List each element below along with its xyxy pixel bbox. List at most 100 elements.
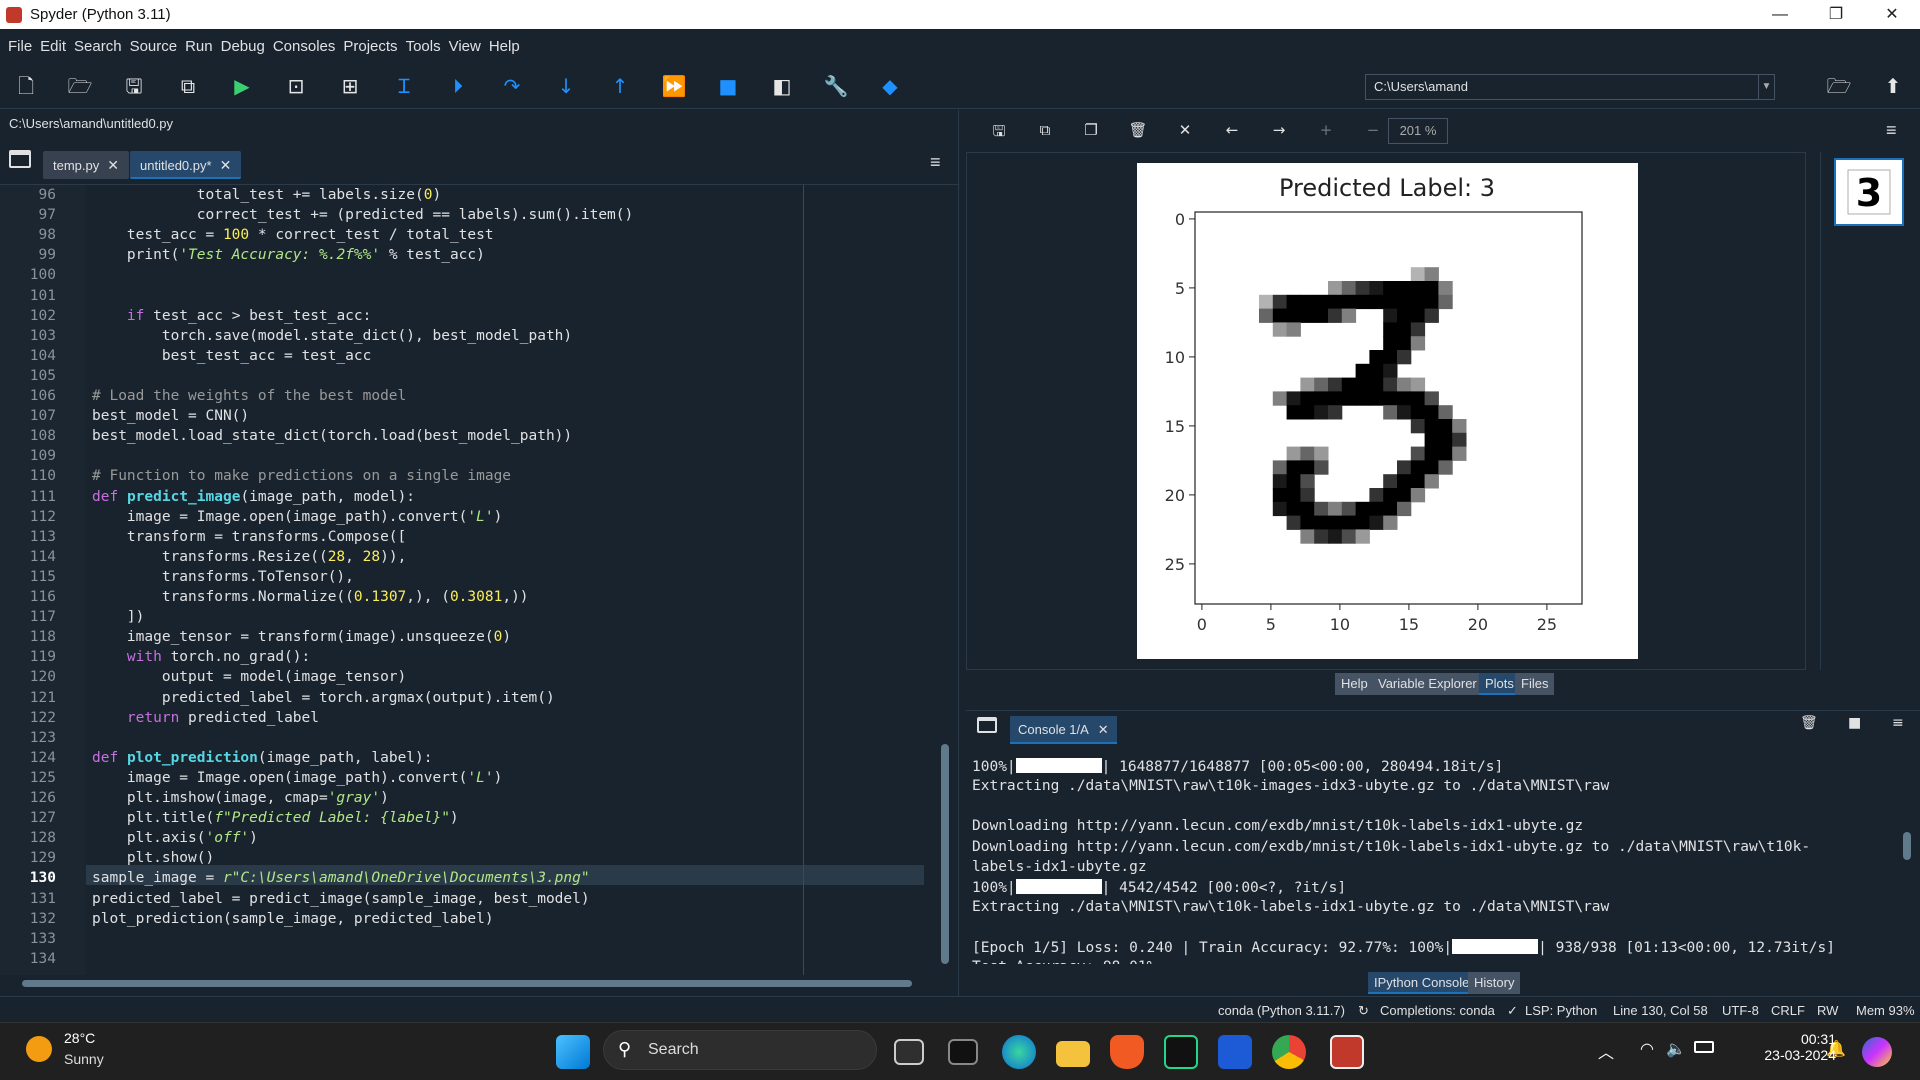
menu-file[interactable]: File [4,38,36,55]
editor-options-menu-icon[interactable]: ≡ [930,152,941,173]
previous-plot-icon[interactable]: ← [1221,121,1243,139]
run-selection-icon[interactable]: Ɪ [391,73,417,99]
file-explorer-icon[interactable] [1056,1041,1090,1067]
new-file-icon[interactable]: 🗋 [13,73,39,99]
menu-consoles[interactable]: Consoles [269,38,340,55]
menu-help[interactable]: Help [485,38,524,55]
tab-ipython-console[interactable]: IPython Console [1368,972,1476,994]
copy-plot-icon[interactable]: ❐ [1080,121,1102,139]
continue-icon[interactable]: ⏩ [661,73,687,99]
save-plot-icon[interactable]: 🖫 [988,121,1010,146]
next-plot-icon[interactable]: → [1268,121,1290,139]
interrupt-kernel-icon[interactable]: ■ [1848,715,1861,731]
terminal-icon[interactable] [948,1039,978,1065]
minimize-button[interactable]: — [1752,0,1808,29]
parent-dir-icon[interactable]: ⬆ [1880,73,1906,99]
restore-button[interactable]: ❐ [1808,0,1864,29]
chevron-down-icon[interactable]: ▼ [1758,75,1774,99]
plots-options-menu-icon[interactable]: ≡ [1886,120,1897,141]
close-window-button[interactable]: ✕ [1864,0,1920,29]
status-interpreter[interactable]: conda (Python 3.11.7) [1218,1003,1345,1018]
tab-plots[interactable]: Plots [1479,673,1520,695]
wifi-icon[interactable]: ◠ [1640,1039,1654,1059]
tab-console-1a[interactable]: Console 1/A ✕ [1010,716,1117,744]
browse-folder-icon[interactable]: 🗁 [1826,73,1852,99]
digit-pixel [1397,281,1412,296]
save-all-icon[interactable]: ⧉ [175,73,201,99]
menu-source[interactable]: Source [126,38,182,55]
working-directory-combo[interactable]: C:\Users\amand ▼ [1365,74,1775,100]
python-path-icon[interactable]: ◆ [877,73,903,99]
digit-pixel [1383,322,1398,337]
console-options-menu-icon[interactable]: ≡ [1892,715,1904,731]
sun-weather-icon[interactable] [26,1036,52,1062]
battery-icon[interactable] [1694,1041,1714,1053]
tab-untitled0-py[interactable]: untitled0.py* ✕ [130,151,242,179]
weather-condition[interactable]: Sunny [64,1051,104,1067]
pycharm-icon[interactable] [1164,1035,1198,1069]
save-icon[interactable]: 🖫 [121,73,147,99]
code-editor[interactable]: 96 97 98 99 100 101 102 103 104 105 106 107 108 109 11… [0,184,958,976]
remove-all-plots-icon[interactable]: ✕ [1174,121,1196,139]
console-scrollbar[interactable] [1902,752,1912,957]
step-into-icon[interactable]: ↓ [553,73,579,99]
menu-debug[interactable]: Debug [217,38,269,55]
weather-temperature[interactable]: 28°C [64,1030,95,1046]
digit-pixel [1314,446,1329,461]
tab-help[interactable]: Help [1335,673,1374,695]
run-file-icon[interactable]: ▶ [229,73,255,99]
delete-plot-icon[interactable]: 🗑 [1127,121,1149,139]
save-all-plots-icon[interactable]: ⧉ [1034,121,1056,139]
tray-clock[interactable]: 00:31 23-03-2024 [1764,1031,1836,1063]
brave-browser-icon[interactable] [1110,1035,1144,1069]
menu-edit[interactable]: Edit [36,38,70,55]
copilot-icon[interactable] [1862,1037,1892,1067]
debug-file-icon[interactable]: ⏵ [445,73,471,99]
menu-tools[interactable]: Tools [402,38,445,55]
pane-splitter[interactable] [958,110,966,996]
tab-variable-explorer[interactable]: Variable Explorer [1372,673,1483,695]
close-tab-icon[interactable]: ✕ [220,157,232,173]
tab-files[interactable]: Files [1515,673,1555,695]
line-number: 103 [29,327,56,344]
close-tab-icon[interactable]: ✕ [107,157,119,173]
digit-pixel [1438,446,1453,461]
plot-thumbnail[interactable]: 3 [1834,158,1904,226]
tab-temp-py[interactable]: temp.py ✕ [43,151,129,179]
clear-console-icon[interactable]: 🗑 [1800,715,1818,731]
editor-vertical-scrollbar[interactable] [938,190,952,970]
tab-history[interactable]: History [1468,972,1521,994]
zoom-in-icon[interactable]: + [1315,121,1337,139]
windows-start-icon[interactable] [556,1035,590,1069]
digit-pixel [1314,294,1329,310]
menu-search[interactable]: Search [70,38,126,55]
run-cell-icon[interactable]: ⊡ [283,73,309,99]
menu-run[interactable]: Run [181,38,217,55]
word-icon[interactable] [1218,1035,1252,1069]
digit-pixel [1355,515,1370,530]
zoom-out-icon[interactable]: − [1362,121,1384,139]
close-console-icon[interactable]: ✕ [1098,722,1109,737]
edge-browser-icon[interactable] [1002,1035,1036,1069]
zoom-level[interactable]: 201 % [1388,118,1448,144]
menu-bar: File Edit Search Source Run Debug Consol… [0,29,1920,63]
preferences-wrench-icon[interactable]: 🔧 [823,73,849,99]
step-over-icon[interactable]: ↷ [499,73,525,99]
stop-debug-icon[interactable]: ■ [715,73,741,99]
chrome-icon[interactable] [1272,1035,1306,1069]
open-file-icon[interactable]: 🗁 [67,73,93,99]
maximize-pane-icon[interactable]: ◧ [769,73,795,99]
taskbar-search-box[interactable]: ⚲ Search [603,1030,877,1070]
browse-consoles-icon[interactable] [977,717,997,733]
menu-projects[interactable]: Projects [339,38,401,55]
show-hidden-icons-icon[interactable]: ︿ [1598,1039,1614,1063]
run-cell-advance-icon[interactable]: ⊞ [337,73,363,99]
spyder-taskbar-icon[interactable] [1330,1035,1364,1069]
editor-horizontal-scrollbar[interactable] [10,978,940,988]
browse-tabs-icon[interactable] [9,150,31,168]
step-return-icon[interactable]: ↑ [607,73,633,99]
volume-icon[interactable]: 🔈 [1666,1039,1686,1059]
menu-view[interactable]: View [445,38,485,55]
ipython-console[interactable]: 100%| | 1648877/1648877 [00:05<00:00, 280… [966,746,1920,964]
task-view-icon[interactable] [894,1039,924,1065]
